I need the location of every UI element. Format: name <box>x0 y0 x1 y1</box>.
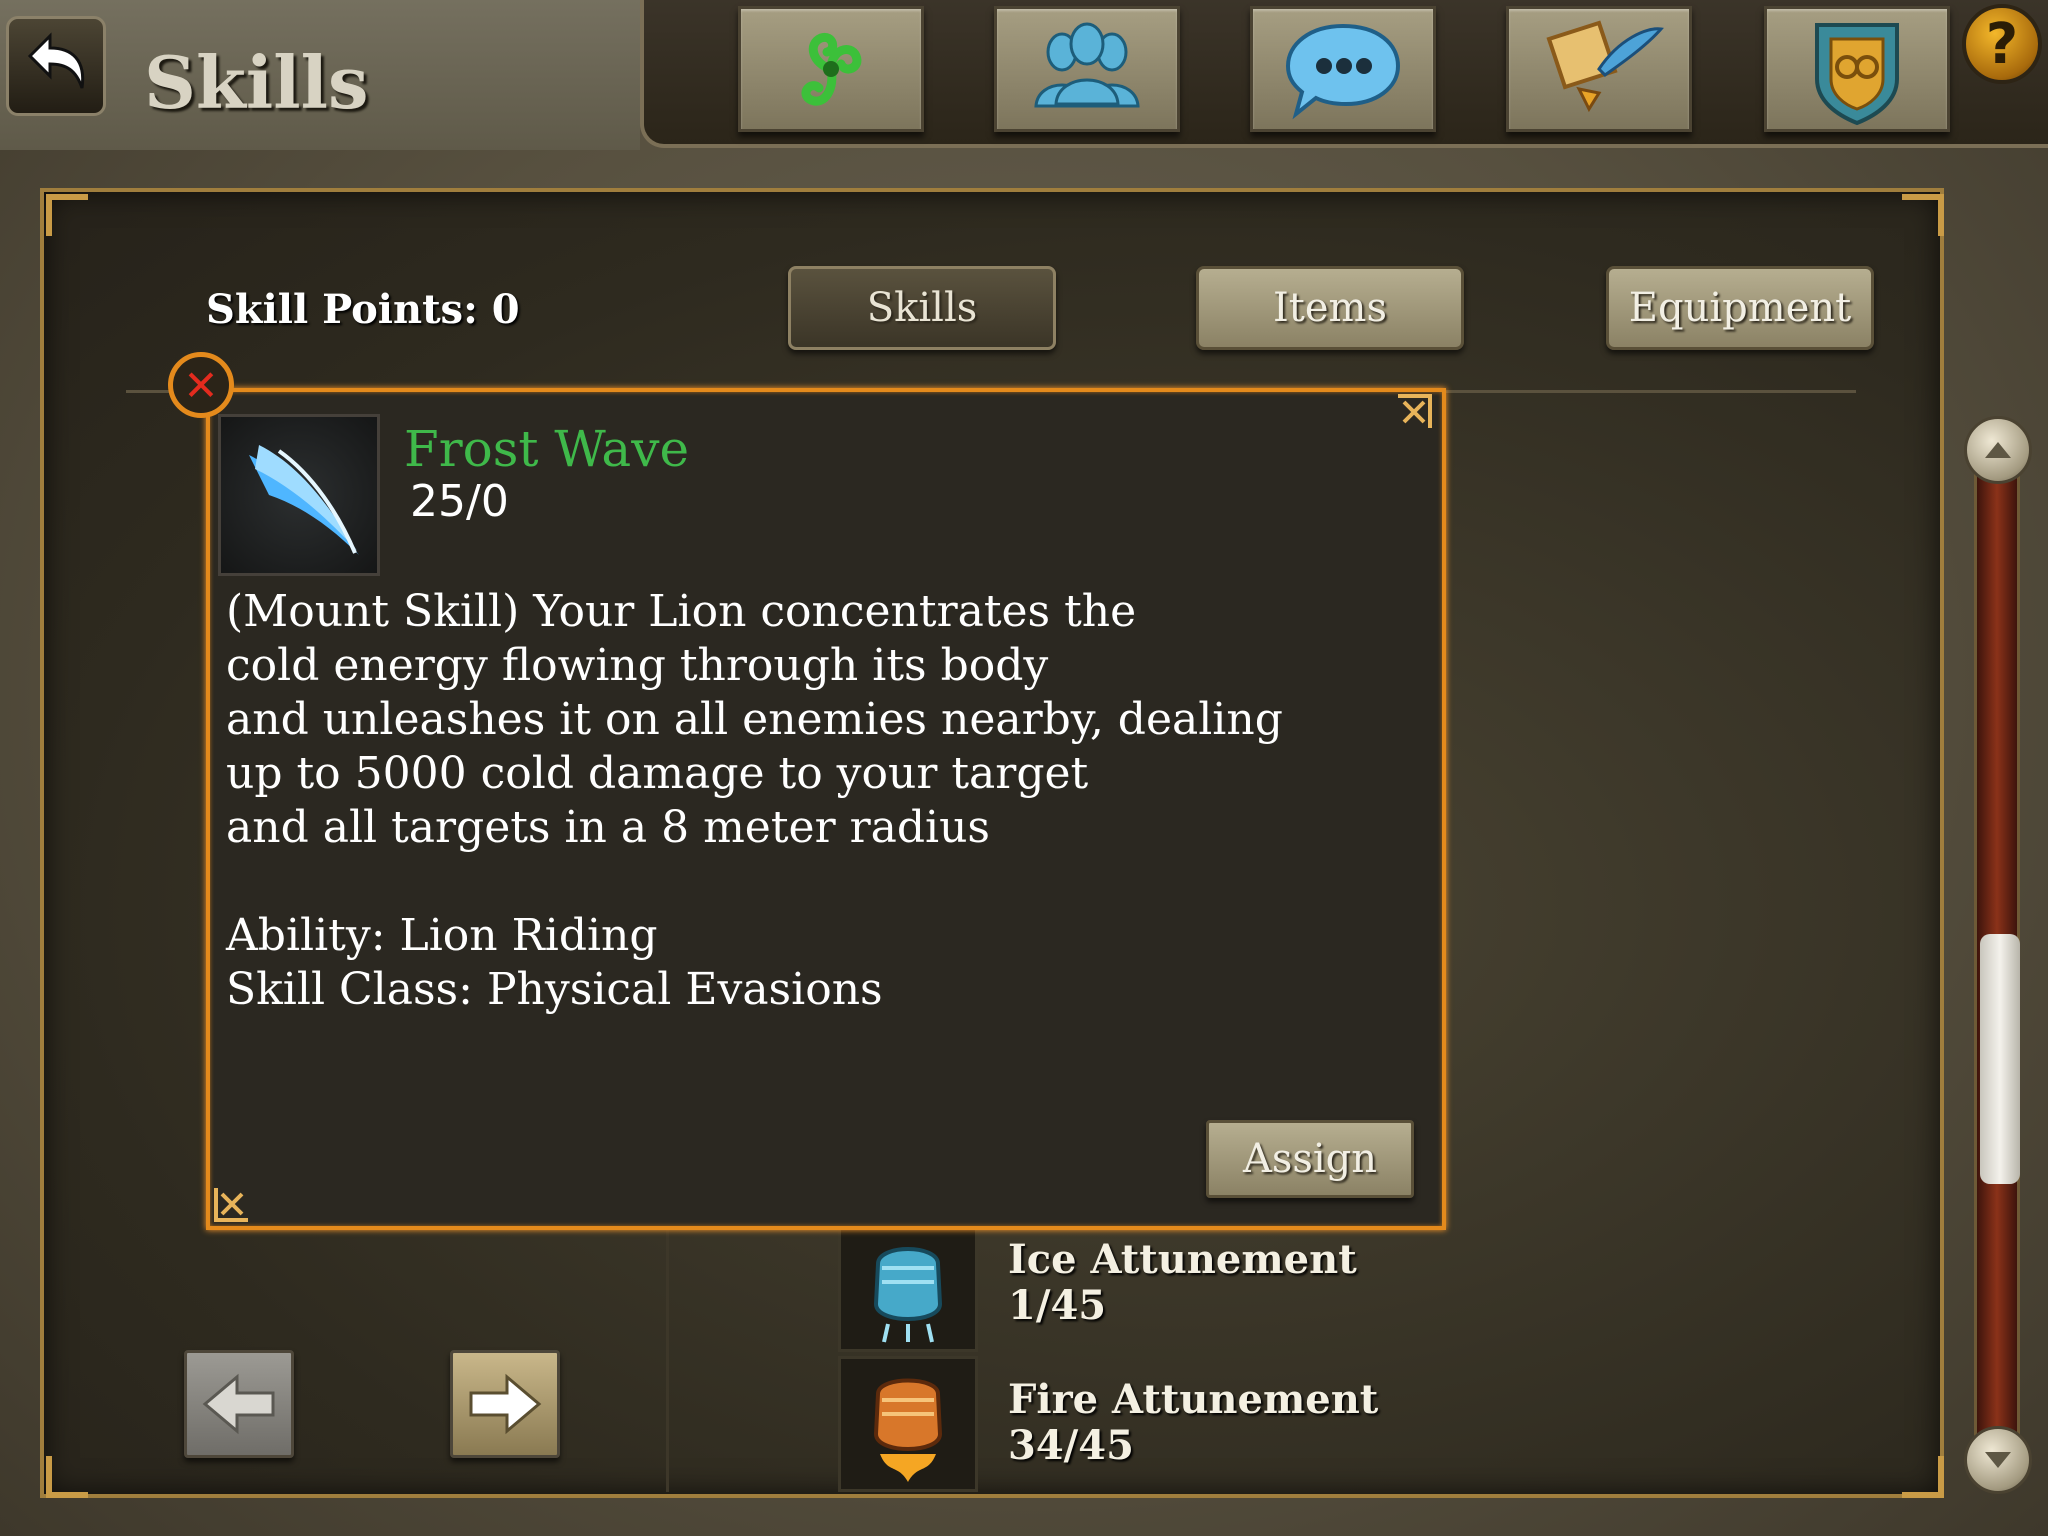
description-line: and all targets in a 8 meter radius <box>226 802 991 853</box>
description-line: up to 5000 cold damage to your target <box>226 748 1089 799</box>
scrollbar-thumb[interactable] <box>1980 934 2020 1184</box>
arrow-left-icon <box>202 1373 275 1435</box>
skill-class-label: Skill Class: Physical Evasions <box>226 964 883 1015</box>
skill-level: 34/45 <box>1008 1422 1134 1469</box>
back-arrow-icon <box>27 32 85 89</box>
skill-tree-button[interactable] <box>738 6 924 132</box>
guild-button[interactable] <box>1764 6 1950 132</box>
skill-points-label: Skill Points: 0 <box>206 286 520 333</box>
skill-name: Ice Attunement <box>1008 1236 1357 1283</box>
chat-icon <box>1285 23 1401 120</box>
group-button[interactable] <box>994 6 1180 132</box>
quest-scroll-icon <box>1546 20 1664 113</box>
panel-corner-ornament <box>1902 194 1944 236</box>
tab-skills[interactable]: Skills <box>788 266 1056 350</box>
skill-list-item-fire-attunement[interactable]: Fire Attunement 34/45 <box>838 1356 1938 1492</box>
popup-skill-title: Frost Wave <box>404 420 690 478</box>
scroll-up-button[interactable] <box>1964 416 2032 484</box>
skill-tree-icon <box>801 32 862 106</box>
ice-fist-icon <box>838 1216 978 1352</box>
fire-fist-icon <box>838 1356 978 1492</box>
panel-corner-ornament <box>46 1456 88 1498</box>
page-title: Skills <box>144 40 369 125</box>
help-icon: ? <box>1985 11 2019 77</box>
chevron-up-icon <box>1985 442 2011 458</box>
column-divider <box>666 1230 669 1492</box>
skill-level: 1/45 <box>1008 1282 1107 1329</box>
next-page-button[interactable] <box>450 1350 560 1458</box>
corner-knot-ornament <box>1398 394 1432 428</box>
popup-skill-level: 25/0 <box>410 476 509 527</box>
close-popup-button[interactable]: ✕ <box>168 352 234 418</box>
tab-equipment[interactable]: Equipment <box>1606 266 1874 350</box>
group-icon <box>1034 22 1140 108</box>
chevron-down-icon <box>1985 1452 2011 1468</box>
panel-corner-ornament <box>46 194 88 236</box>
back-button[interactable] <box>6 16 106 116</box>
close-icon: ✕ <box>183 360 219 410</box>
quest-button[interactable] <box>1506 6 1692 132</box>
help-button[interactable]: ? <box>1962 4 2042 84</box>
frost-wave-icon <box>218 414 380 576</box>
description-line: cold energy flowing through its body <box>226 640 1049 691</box>
arrow-right-icon <box>469 1373 542 1435</box>
scroll-down-button[interactable] <box>1964 1426 2032 1494</box>
corner-knot-ornament <box>214 1188 248 1222</box>
previous-page-button[interactable] <box>184 1350 294 1458</box>
chat-button[interactable] <box>1250 6 1436 132</box>
description-line: (Mount Skill) Your Lion concentrates the <box>226 586 1137 637</box>
skill-list-item-ice-attunement[interactable]: Ice Attunement 1/45 <box>838 1216 1938 1352</box>
description-line: and unleashes it on all enemies nearby, … <box>226 694 1283 745</box>
guild-shield-icon <box>1815 23 1899 126</box>
skill-name: Fire Attunement <box>1008 1376 1379 1423</box>
ability-label: Ability: Lion Riding <box>226 910 658 961</box>
assign-button[interactable]: Assign <box>1206 1120 1414 1198</box>
tab-items[interactable]: Items <box>1196 266 1464 350</box>
